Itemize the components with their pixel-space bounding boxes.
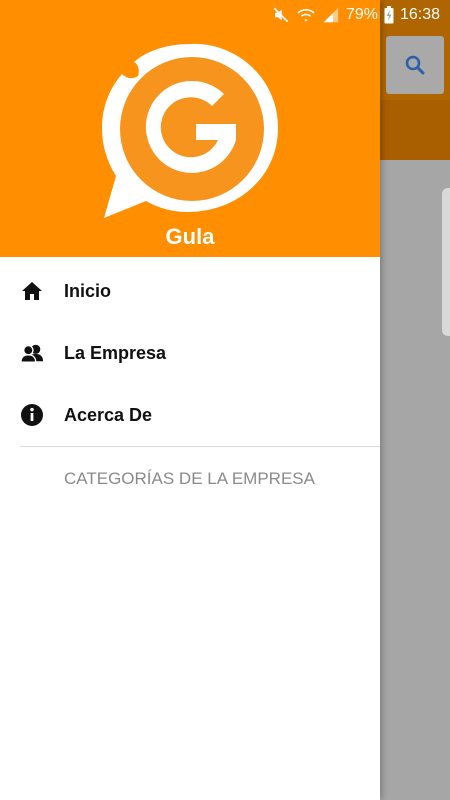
- gula-logo-icon: [102, 43, 278, 218]
- signal-icon: [322, 6, 340, 24]
- info-icon: [20, 403, 44, 427]
- menu-item-label: Inicio: [64, 280, 112, 301]
- menu-item-inicio[interactable]: Inicio: [0, 260, 380, 322]
- mute-icon: [272, 6, 290, 24]
- status-bar: 79% 16:38: [0, 0, 450, 30]
- navigation-drawer: Gula Inicio La Empresa Acerca De CATEGOR…: [0, 0, 380, 800]
- search-icon: [405, 55, 425, 75]
- menu-item-acerca-de[interactable]: Acerca De: [0, 384, 380, 446]
- menu-item-label: La Empresa: [64, 342, 167, 363]
- battery-percent: 79%: [345, 6, 378, 23]
- menu-item-la-empresa[interactable]: La Empresa: [0, 322, 380, 384]
- home-icon: [20, 279, 44, 303]
- section-title-categorias: CATEGORÍAS DE LA EMPRESA: [64, 469, 315, 488]
- clock-time: 16:38: [399, 6, 440, 23]
- app-name: Gula: [165, 224, 215, 249]
- drawer-header: Gula: [0, 0, 380, 257]
- drawer-menu: Inicio La Empresa Acerca De: [0, 260, 380, 446]
- wifi-icon: [296, 6, 316, 24]
- background-card-edge: [442, 188, 450, 336]
- people-icon: [20, 341, 44, 365]
- battery-charging-icon: [384, 6, 394, 24]
- menu-item-label: Acerca De: [64, 404, 153, 425]
- search-button[interactable]: [386, 36, 444, 94]
- menu-divider: [20, 446, 380, 447]
